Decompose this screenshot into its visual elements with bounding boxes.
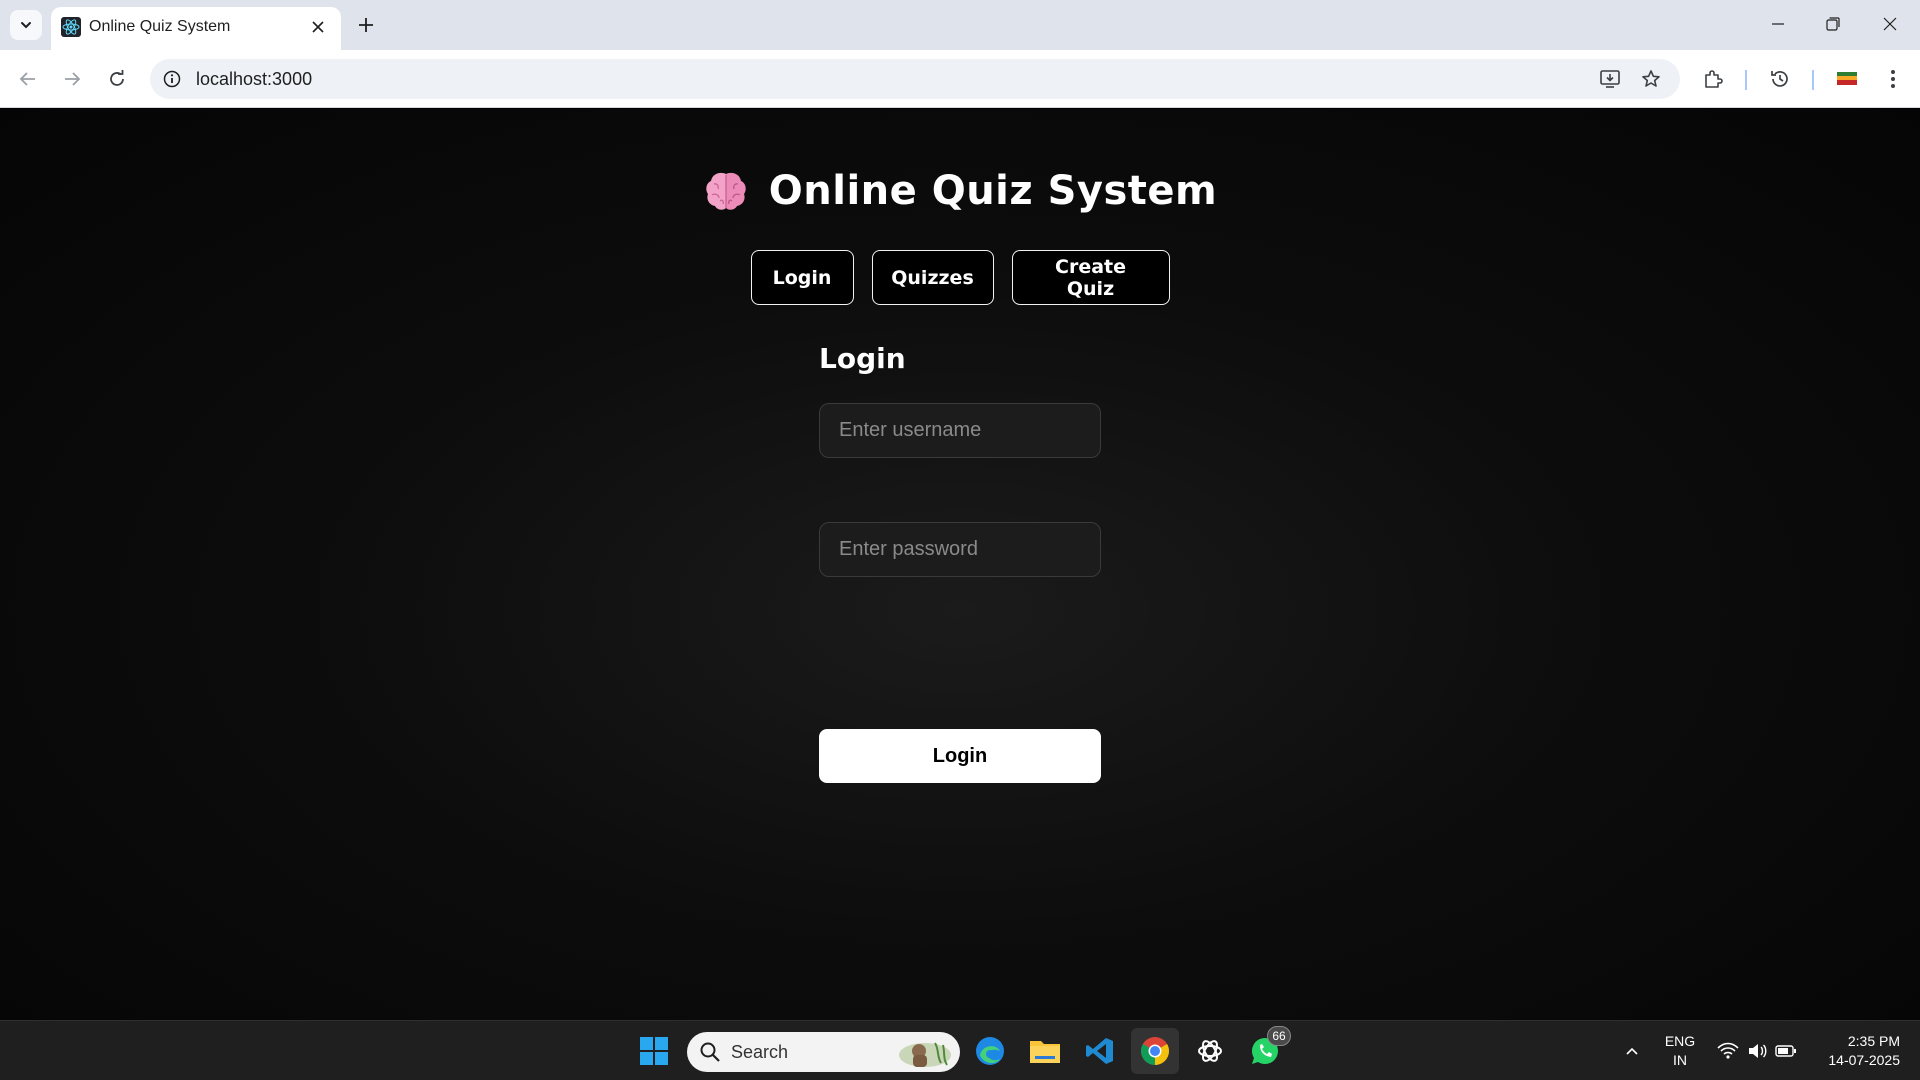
taskbar: Search 66 ENG IN 2:35 PM 14-07-2025 — [0, 1020, 1920, 1080]
wifi-icon — [1717, 1042, 1739, 1059]
new-tab-button[interactable] — [353, 10, 379, 40]
tab-close-button[interactable] — [306, 15, 330, 39]
clock-time: 2:35 PM — [1847, 1033, 1900, 1049]
chatgpt-icon — [1198, 1040, 1222, 1062]
url-text[interactable]: localhost:3000 — [196, 69, 312, 90]
clock-date: 14-07-2025 — [1828, 1052, 1900, 1068]
nav-quizzes-button[interactable]: Quizzes — [871, 250, 994, 305]
address-bar[interactable]: localhost:3000 — [150, 59, 1680, 99]
main-nav: Login Quizzes Create Quiz — [0, 250, 1920, 305]
reload-button[interactable] — [100, 62, 134, 96]
password-input[interactable] — [820, 523, 1100, 576]
history-icon — [1771, 71, 1788, 87]
back-button[interactable] — [11, 62, 45, 96]
browser-menu-button[interactable] — [1878, 64, 1908, 94]
vscode-icon — [1086, 1038, 1113, 1064]
profile-button[interactable] — [1832, 64, 1862, 94]
file-explorer-app[interactable] — [1021, 1028, 1069, 1074]
extensions-button[interactable] — [1698, 64, 1728, 94]
minimize-button[interactable] — [1758, 8, 1798, 40]
toolbar-divider — [1745, 70, 1747, 90]
arrow-right-icon — [65, 72, 81, 86]
login-heading: Login — [819, 342, 906, 375]
username-field[interactable] — [819, 403, 1101, 458]
browser-toolbar: localhost:3000 — [0, 50, 1920, 108]
chevron-up-icon — [1626, 1047, 1638, 1055]
star-icon — [1642, 70, 1660, 87]
site-info-button[interactable] — [160, 67, 184, 91]
install-app-button[interactable] — [1597, 66, 1623, 92]
react-icon — [61, 17, 81, 37]
search-label: Search — [731, 1042, 789, 1062]
chatgpt-app[interactable] — [1186, 1028, 1234, 1074]
puzzle-icon — [1705, 70, 1723, 88]
toolbar-divider — [1812, 70, 1814, 90]
plus-icon — [359, 18, 373, 32]
battery-icon — [1775, 1045, 1796, 1057]
brain-icon — [706, 172, 746, 210]
arrow-left-icon — [19, 72, 35, 86]
start-button[interactable] — [630, 1028, 678, 1074]
restore-icon — [1826, 17, 1840, 31]
language-code: ENG — [1664, 1033, 1696, 1049]
install-icon — [1600, 70, 1620, 88]
login-submit-button[interactable]: Login — [819, 729, 1101, 783]
show-hidden-icons-button[interactable] — [1609, 1028, 1655, 1074]
volume-icon — [1749, 1044, 1767, 1058]
profile-avatar-icon — [1837, 72, 1857, 85]
app-header: Online Quiz System — [0, 161, 1920, 221]
chrome-icon — [1141, 1037, 1169, 1065]
clock[interactable]: 2:35 PM 14-07-2025 — [1810, 1032, 1900, 1070]
browser-tab[interactable]: Online Quiz System — [51, 7, 341, 50]
search-highlight-icon — [899, 1042, 951, 1067]
language-indicator[interactable]: ENG IN — [1660, 1032, 1700, 1070]
bookmark-button[interactable] — [1638, 66, 1664, 92]
close-window-button[interactable] — [1870, 8, 1910, 40]
info-icon — [163, 70, 181, 88]
nav-create-quiz-button[interactable]: Create Quiz — [1011, 250, 1170, 305]
close-icon — [312, 21, 324, 33]
chrome-app[interactable] — [1131, 1028, 1179, 1074]
restore-button[interactable] — [1813, 8, 1853, 40]
vscode-app[interactable] — [1076, 1028, 1124, 1074]
reload-icon — [110, 70, 124, 86]
minimize-icon — [1772, 23, 1784, 25]
whatsapp-app[interactable]: 66 — [1241, 1026, 1291, 1074]
tab-title: Online Quiz System — [89, 18, 231, 35]
login-form: Login Login — [819, 342, 1101, 783]
folder-icon — [1030, 1041, 1060, 1063]
taskbar-search[interactable]: Search — [687, 1032, 960, 1072]
region-code: IN — [1673, 1052, 1687, 1068]
windows-logo-icon — [640, 1037, 668, 1065]
edge-app[interactable] — [966, 1028, 1014, 1074]
system-tray-status[interactable] — [1712, 1028, 1802, 1074]
forward-button[interactable] — [55, 62, 89, 96]
app-title: Online Quiz System — [768, 168, 1218, 214]
nav-login-button[interactable]: Login — [750, 250, 854, 305]
tab-search-button[interactable] — [10, 10, 42, 40]
notification-badge: 66 — [1267, 1026, 1291, 1046]
password-field[interactable] — [819, 522, 1101, 577]
search-icon — [700, 1042, 720, 1062]
more-vertical-icon — [1891, 70, 1895, 88]
edge-icon — [976, 1037, 1004, 1065]
close-icon — [1883, 17, 1897, 31]
browser-tab-bar: Online Quiz System — [0, 0, 1920, 50]
chevron-down-icon — [21, 22, 31, 29]
history-button[interactable] — [1765, 64, 1795, 94]
page-viewport: Online Quiz System Login Quizzes Create … — [0, 109, 1920, 1020]
username-input[interactable] — [820, 404, 1100, 457]
